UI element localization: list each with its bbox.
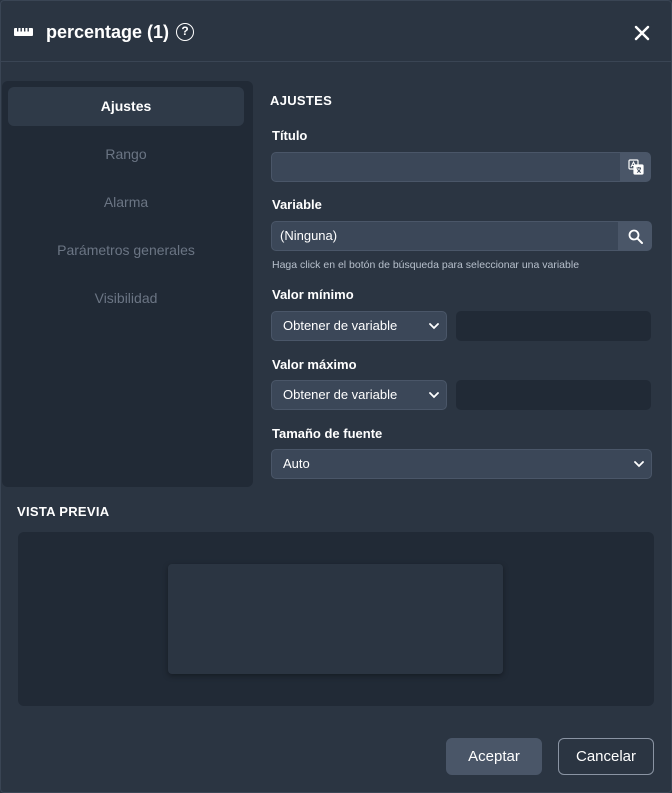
valor-minimo-label: Valor mínimo [272, 287, 354, 302]
help-circle-icon[interactable]: ? [176, 23, 194, 41]
tamano-fuente-label: Tamaño de fuente [272, 426, 383, 441]
variable-search-button[interactable] [618, 221, 652, 251]
valor-maximo-label: Valor máximo [272, 357, 357, 372]
chevron-down-icon [429, 392, 439, 399]
valor-maximo-select[interactable]: Obtener de variable [271, 380, 447, 410]
accept-button[interactable]: Aceptar [446, 738, 542, 775]
sidebar-item-alarma[interactable]: Alarma [8, 183, 244, 222]
cancel-button[interactable]: Cancelar [558, 738, 654, 775]
search-icon [628, 229, 643, 244]
translate-button[interactable] [621, 152, 651, 182]
tamano-fuente-select-value: Auto [283, 456, 310, 471]
chevron-down-icon [429, 323, 439, 330]
dialog-header: percentage (1) ? [1, 1, 671, 62]
close-icon[interactable] [634, 25, 650, 41]
titulo-input[interactable] [271, 152, 621, 182]
valor-minimo-select-value: Obtener de variable [283, 318, 398, 333]
sidebar: Ajustes Rango Alarma Parámetros generale… [2, 81, 253, 487]
ruler-icon [14, 28, 33, 36]
sidebar-item-visibilidad[interactable]: Visibilidad [8, 279, 244, 318]
valor-minimo-input[interactable] [456, 311, 651, 341]
variable-input[interactable]: (Ninguna) [271, 221, 619, 251]
chevron-down-icon [634, 461, 644, 468]
variable-help-text: Haga click en el botón de búsqueda para … [272, 259, 580, 271]
tamano-fuente-select[interactable]: Auto [271, 449, 652, 479]
valor-minimo-select[interactable]: Obtener de variable [271, 311, 447, 341]
dialog-title: percentage (1) [46, 22, 170, 42]
dialog: percentage (1) ? Ajustes Rango Alarma Pa… [0, 0, 672, 793]
valor-maximo-input[interactable] [456, 380, 651, 410]
preview-area [18, 532, 654, 706]
variable-label: Variable [272, 197, 322, 212]
settings-heading: AJUSTES [270, 93, 333, 108]
translate-icon [628, 159, 644, 175]
valor-maximo-select-value: Obtener de variable [283, 387, 398, 402]
sidebar-item-ajustes[interactable]: Ajustes [8, 87, 244, 126]
sidebar-item-rango[interactable]: Rango [8, 135, 244, 174]
sidebar-item-parametros-generales[interactable]: Parámetros generales [8, 231, 244, 270]
preview-heading: VISTA PREVIA [17, 504, 110, 519]
preview-widget [168, 564, 503, 674]
titulo-label: Título [272, 128, 308, 143]
